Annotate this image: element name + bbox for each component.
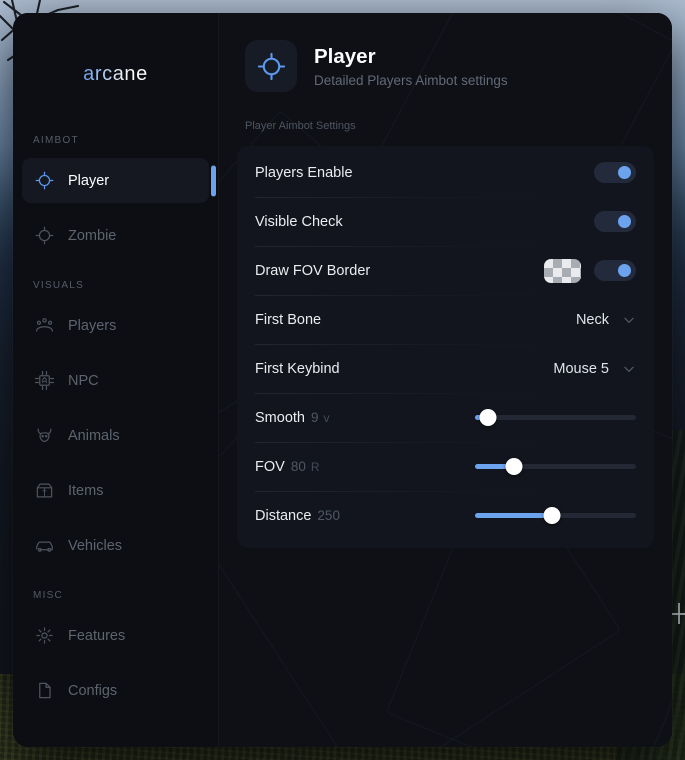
- setting-label: Smooth: [255, 409, 305, 426]
- smooth-slider[interactable]: [475, 409, 636, 427]
- car-icon: [34, 536, 54, 556]
- settings-card: Players Enable Visible Check Draw FOV Bo…: [237, 146, 654, 548]
- draw-fov-border-toggle[interactable]: [594, 260, 636, 281]
- chevron-down-icon: [624, 366, 634, 372]
- sidebar-item-npc[interactable]: NPC: [22, 358, 209, 403]
- ai-chip-icon: [34, 371, 54, 391]
- fov-border-color-swatch[interactable]: [544, 258, 581, 283]
- setting-value: 9: [310, 410, 319, 425]
- active-indicator: [211, 165, 216, 196]
- gear-icon: [34, 626, 54, 646]
- sidebar-group-misc: MISC Features Configs: [13, 590, 218, 713]
- setting-row-draw-fov-border: Draw FOV Border: [255, 246, 636, 295]
- file-icon: [34, 681, 54, 701]
- sidebar-item-configs[interactable]: Configs: [22, 668, 209, 713]
- cheat-menu-panel: arcane AIMBOT Player Zombie VISUALS Play…: [13, 13, 672, 747]
- section-caption: Player Aimbot Settings: [245, 120, 356, 132]
- app-logo: arcane: [13, 13, 218, 135]
- sidebar-item-label: Features: [68, 627, 126, 644]
- setting-label: Visible Check: [255, 213, 343, 230]
- sidebar-group-aimbot: AIMBOT Player Zombie: [13, 135, 218, 258]
- setting-row-visible-check: Visible Check: [255, 197, 636, 246]
- sidebar-item-vehicles[interactable]: Vehicles: [22, 523, 209, 568]
- sidebar-item-players[interactable]: Players: [22, 303, 209, 348]
- setting-label: Distance: [255, 507, 312, 524]
- dropdown-value: Mouse 5: [553, 360, 609, 377]
- sidebar-item-zombie[interactable]: Zombie: [22, 213, 209, 258]
- sidebar-item-animals[interactable]: Animals: [22, 413, 209, 458]
- page-title: Player: [314, 44, 376, 68]
- setting-suffix: R: [310, 459, 320, 474]
- setting-label: Draw FOV Border: [255, 262, 371, 279]
- content-area: Player Detailed Players Aimbot settings …: [219, 13, 672, 747]
- sidebar-item-label: Vehicles: [68, 537, 123, 554]
- crosshair-icon: [34, 226, 54, 246]
- app-logo-text: arcane: [83, 62, 148, 85]
- page-header: Player Detailed Players Aimbot settings: [219, 13, 672, 92]
- screen: arcane AIMBOT Player Zombie VISUALS Play…: [0, 0, 685, 760]
- chevron-down-icon: [624, 317, 634, 323]
- sidebar-item-label: Player: [68, 172, 110, 189]
- sidebar-item-label: Zombie: [68, 227, 117, 244]
- setting-label: FOV: [255, 458, 285, 475]
- first-bone-dropdown[interactable]: Neck: [576, 312, 636, 328]
- slider-thumb[interactable]: [505, 458, 523, 475]
- page-subtitle: Detailed Players Aimbot settings: [314, 73, 508, 89]
- first-keybind-dropdown[interactable]: Mouse 5: [553, 361, 636, 377]
- visible-check-toggle[interactable]: [594, 211, 636, 232]
- sidebar-item-features[interactable]: Features: [22, 613, 209, 658]
- crosshair-icon: [34, 171, 54, 191]
- sidebar-item-label: Configs: [68, 682, 118, 699]
- setting-value: 80: [290, 459, 306, 474]
- sidebar-nav: AIMBOT Player Zombie VISUALS Players NPC…: [13, 135, 218, 713]
- distance-slider[interactable]: [475, 507, 636, 525]
- dropdown-value: Neck: [575, 311, 609, 328]
- sidebar-item-label: Players: [68, 317, 117, 334]
- fov-slider[interactable]: [475, 458, 636, 476]
- setting-row-players-enable: Players Enable: [255, 148, 636, 197]
- sidebar-item-label: NPC: [68, 372, 99, 389]
- slider-fill: [475, 513, 553, 518]
- setting-suffix: v: [323, 410, 330, 425]
- slider-thumb[interactable]: [543, 507, 561, 524]
- setting-label: Players Enable: [255, 164, 353, 181]
- box-icon: [34, 481, 54, 501]
- slider-track: [475, 415, 636, 420]
- setting-row-fov: FOV 80 R: [255, 442, 636, 491]
- sidebar: arcane AIMBOT Player Zombie VISUALS Play…: [13, 13, 219, 747]
- setting-row-first-keybind: First Keybind Mouse 5: [255, 344, 636, 393]
- setting-label: First Bone: [255, 311, 322, 328]
- sidebar-item-label: Items: [68, 482, 104, 499]
- crosshair-icon: [245, 40, 297, 92]
- slider-thumb[interactable]: [479, 409, 497, 426]
- setting-label: First Keybind: [255, 360, 340, 377]
- people-icon: [34, 316, 54, 336]
- sidebar-group-label-visuals: VISUALS: [33, 280, 84, 291]
- sidebar-item-items[interactable]: Items: [22, 468, 209, 513]
- sidebar-group-label-aimbot: AIMBOT: [33, 135, 79, 146]
- setting-row-smooth: Smooth 9 v: [255, 393, 636, 442]
- setting-row-first-bone: First Bone Neck: [255, 295, 636, 344]
- bull-head-icon: [34, 426, 54, 446]
- setting-row-distance: Distance 250: [255, 491, 636, 540]
- sidebar-group-label-misc: MISC: [33, 590, 63, 601]
- sidebar-item-player[interactable]: Player: [22, 158, 216, 203]
- sidebar-group-visuals: VISUALS Players NPC Animals Items Vehicl…: [13, 280, 218, 568]
- players-enable-toggle[interactable]: [594, 162, 636, 183]
- setting-value: 250: [317, 508, 340, 523]
- sidebar-item-label: Animals: [68, 427, 120, 444]
